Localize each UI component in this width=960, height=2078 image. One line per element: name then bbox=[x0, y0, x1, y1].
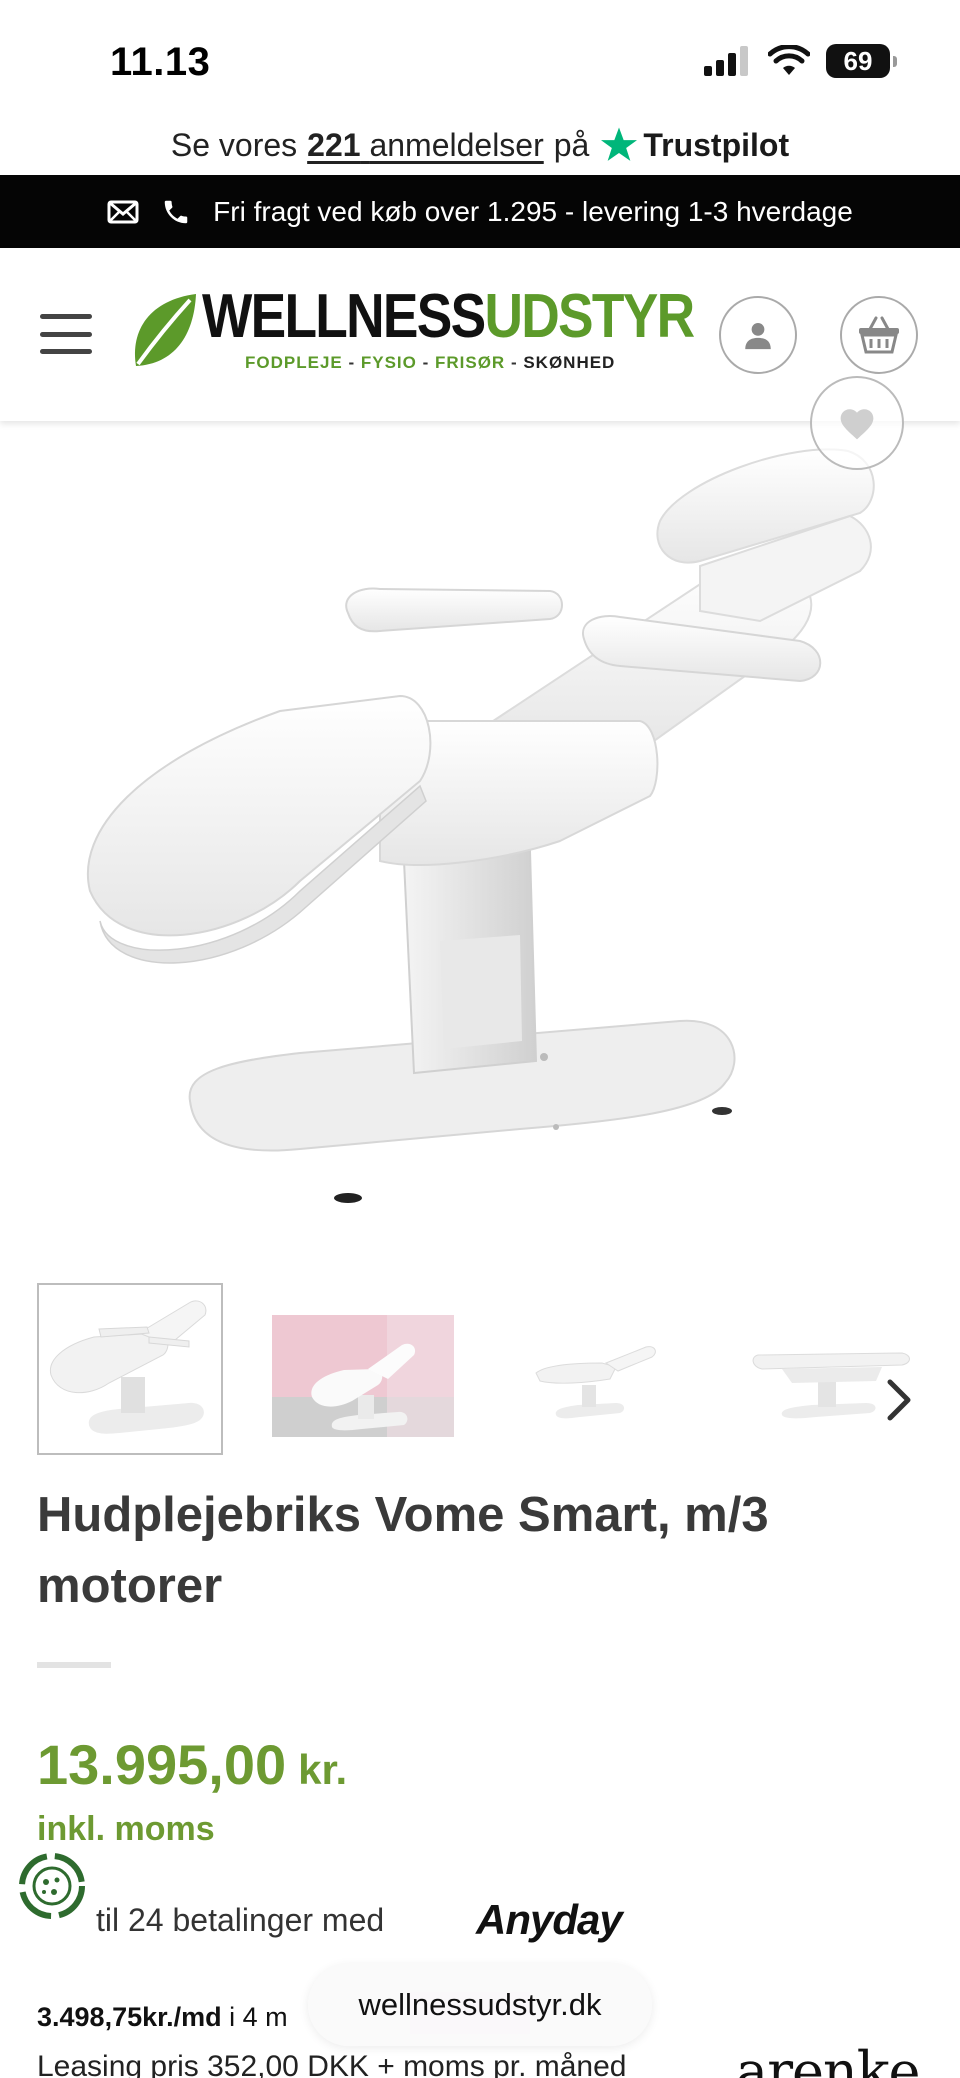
cookie-consent-icon[interactable] bbox=[14, 1848, 90, 1924]
status-time: 11.13 bbox=[110, 40, 211, 84]
leasing-price-text: Leasing pris 352,00 DKK + moms pr. måned bbox=[37, 2050, 627, 2078]
logo-tagline: FODPLEJE - FYSIO - FRISØR - SKØNHED bbox=[245, 353, 616, 372]
basket-icon bbox=[859, 316, 899, 354]
price-tax-note: inkl. moms bbox=[37, 1810, 215, 1848]
product-main-image[interactable] bbox=[0, 421, 960, 1221]
trust-prefix: Se vores bbox=[170, 126, 298, 163]
thumbnail-1[interactable] bbox=[37, 1283, 223, 1455]
product-price: 13.995,00 kr. bbox=[37, 1732, 347, 1797]
trustpilot-logo: Trustpilot bbox=[599, 125, 789, 165]
browser-url-bar[interactable]: wellnessudstyr.dk bbox=[308, 1964, 652, 2046]
user-icon bbox=[745, 322, 771, 350]
battery-indicator: 69 bbox=[826, 44, 897, 78]
thumbnail-strip bbox=[0, 1283, 960, 1455]
anyday-logo[interactable]: Anyday bbox=[476, 1896, 623, 1944]
trustpilot-star-icon bbox=[601, 127, 638, 161]
monthly-amount: 3.498,75kr./md bbox=[37, 2002, 222, 2032]
leasing-provider-logo[interactable]: arenke bbox=[736, 2040, 920, 2078]
shipping-text: Fri fragt ved køb over 1.295 - levering … bbox=[213, 195, 853, 227]
leaf-logo-icon bbox=[134, 294, 196, 366]
treatment-chair-image bbox=[86, 448, 875, 1203]
site-header: WELLNESSUDSTYR FODPLEJE - FYSIO - FRISØR… bbox=[0, 248, 960, 421]
trustpilot-brand-name: Trustpilot bbox=[643, 126, 790, 163]
trustpilot-banner[interactable]: Se vores 221 anmeldelser på Trustpilot bbox=[0, 116, 960, 174]
chevron-right-icon[interactable] bbox=[884, 1378, 914, 1422]
thumbnail-3[interactable] bbox=[506, 1313, 688, 1433]
trust-reviews-link[interactable]: 221 anmeldelser bbox=[307, 127, 544, 164]
logo-wordmark: WELLNESSUDSTYR bbox=[202, 282, 695, 351]
product-title: Hudplejebriks Vome Smart, m/3 motorer bbox=[37, 1488, 769, 1614]
mail-icon[interactable] bbox=[107, 200, 139, 224]
monthly-payment: 3.498,75kr./md i 4 m bbox=[37, 2002, 288, 2033]
monthly-suffix: i 4 m bbox=[229, 2002, 288, 2032]
heart-icon bbox=[840, 409, 874, 440]
trust-link-text: anmeldelser bbox=[369, 126, 544, 163]
cellular-signal-icon bbox=[704, 46, 748, 76]
shipping-info-bar: Fri fragt ved køb over 1.295 - levering … bbox=[0, 175, 960, 248]
thumbnail-2[interactable] bbox=[272, 1315, 454, 1437]
account-button[interactable] bbox=[719, 296, 797, 374]
trust-suffix: på bbox=[553, 126, 590, 163]
menu-icon[interactable] bbox=[40, 314, 92, 354]
anyday-installments-text: til 24 betalinger med bbox=[96, 1902, 385, 1938]
wishlist-button[interactable] bbox=[810, 376, 904, 470]
phone-icon[interactable] bbox=[161, 197, 191, 227]
wifi-icon bbox=[768, 45, 810, 75]
status-icons: 69 bbox=[704, 44, 897, 78]
price-currency: kr. bbox=[298, 1746, 348, 1793]
title-divider bbox=[37, 1662, 111, 1668]
site-logo[interactable]: WELLNESSUDSTYR FODPLEJE - FYSIO - FRISØR… bbox=[130, 286, 695, 396]
cart-button[interactable] bbox=[840, 296, 918, 374]
trust-review-count: 221 bbox=[307, 126, 361, 163]
price-amount: 13.995,00 bbox=[37, 1733, 287, 1796]
status-bar: 11.13 69 bbox=[0, 0, 960, 120]
